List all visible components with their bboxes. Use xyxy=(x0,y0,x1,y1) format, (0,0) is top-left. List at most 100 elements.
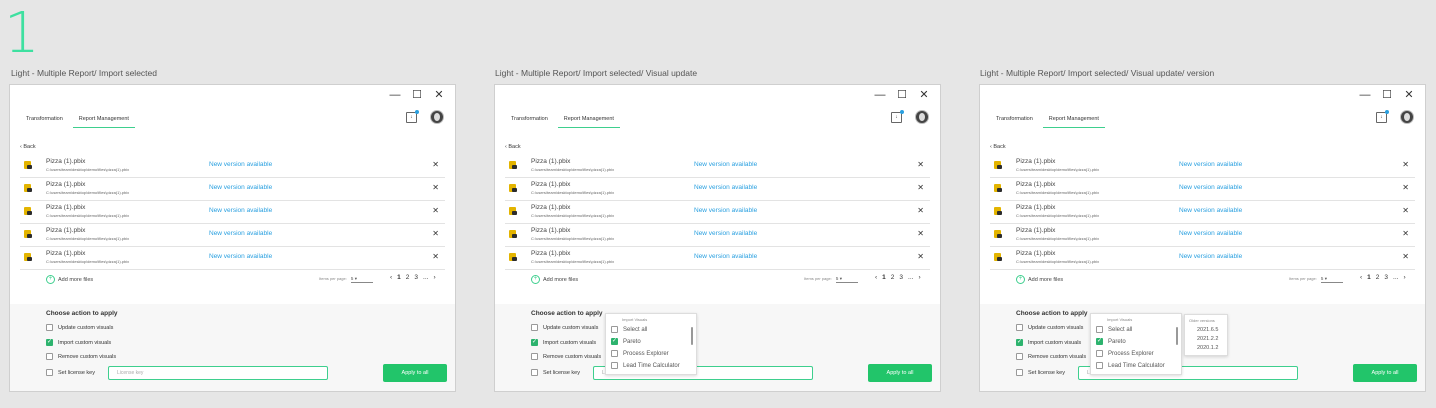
dropdown-item-select-all[interactable]: Select all xyxy=(1096,326,1132,333)
back-button[interactable]: ‹ Back xyxy=(505,144,521,150)
minimize-button[interactable]: — xyxy=(389,89,401,101)
page-3[interactable]: 3 xyxy=(414,274,418,281)
status-link[interactable]: New version available xyxy=(1179,207,1242,214)
next-page-icon[interactable]: › xyxy=(1403,274,1405,281)
option-update-custom-visuals[interactable]: Update custom visuals xyxy=(1016,324,1083,331)
back-button[interactable]: ‹ Back xyxy=(990,144,1006,150)
items-per-page-select[interactable]: 5 ▾ xyxy=(1320,276,1343,283)
remove-file-icon[interactable]: ✕ xyxy=(917,160,924,169)
add-more-files-button[interactable]: + Add more files xyxy=(46,275,93,284)
checkbox[interactable] xyxy=(46,338,53,346)
import-icon[interactable]: ↓ xyxy=(891,110,904,123)
checkbox[interactable] xyxy=(531,338,538,346)
remove-file-icon[interactable]: ✕ xyxy=(1402,206,1409,215)
close-window-button[interactable]: ✕ xyxy=(433,89,445,101)
checkbox[interactable] xyxy=(46,324,53,331)
status-link[interactable]: New version available xyxy=(694,184,757,191)
dropdown-item-lead-time-calculator[interactable]: Lead Time Calculator xyxy=(1096,362,1165,369)
checkbox[interactable] xyxy=(531,353,538,360)
status-link[interactable]: New version available xyxy=(209,253,272,260)
checkbox[interactable] xyxy=(46,353,53,360)
remove-file-icon[interactable]: ✕ xyxy=(432,183,439,192)
page-1[interactable]: 1 xyxy=(882,274,886,281)
page-3[interactable]: 3 xyxy=(899,274,903,281)
status-link[interactable]: New version available xyxy=(209,230,272,237)
page-2[interactable]: 2 xyxy=(1376,274,1380,281)
status-link[interactable]: New version available xyxy=(209,161,272,168)
avatar[interactable] xyxy=(430,110,444,124)
dropdown-item-process-explorer[interactable]: Process Explorer xyxy=(1096,350,1154,357)
option-import-custom-visuals[interactable]: Import custom visuals xyxy=(531,338,596,346)
apply-to-all-button[interactable]: Apply to all xyxy=(1353,364,1417,382)
add-more-files-button[interactable]: + Add more files xyxy=(531,275,578,284)
status-link[interactable]: New version available xyxy=(1179,161,1242,168)
dropdown-scrollbar[interactable] xyxy=(1176,327,1178,345)
remove-file-icon[interactable]: ✕ xyxy=(1402,229,1409,238)
items-per-page-select[interactable]: 5 ▾ xyxy=(350,276,373,283)
checkbox[interactable] xyxy=(1096,326,1103,333)
prev-page-icon[interactable]: ‹ xyxy=(390,274,392,281)
checkbox[interactable] xyxy=(531,324,538,331)
import-icon[interactable]: ↓ xyxy=(1376,110,1389,123)
remove-file-icon[interactable]: ✕ xyxy=(1402,183,1409,192)
prev-page-icon[interactable]: ‹ xyxy=(1360,274,1362,281)
tab-report-management[interactable]: Report Management xyxy=(72,112,135,128)
page-2[interactable]: 2 xyxy=(406,274,410,281)
status-link[interactable]: New version available xyxy=(1179,253,1242,260)
option-remove-custom-visuals[interactable]: Remove custom visuals xyxy=(46,353,116,360)
remove-file-icon[interactable]: ✕ xyxy=(917,206,924,215)
status-link[interactable]: New version available xyxy=(1179,184,1242,191)
remove-file-icon[interactable]: ✕ xyxy=(432,206,439,215)
status-link[interactable]: New version available xyxy=(209,207,272,214)
checkbox[interactable] xyxy=(1016,324,1023,331)
checkbox[interactable] xyxy=(1016,353,1023,360)
option-import-custom-visuals[interactable]: Import custom visuals xyxy=(1016,338,1081,346)
maximize-button[interactable]: ☐ xyxy=(1381,89,1393,101)
option-remove-custom-visuals[interactable]: Remove custom visuals xyxy=(531,353,601,360)
close-window-button[interactable]: ✕ xyxy=(1403,89,1415,101)
checkbox[interactable] xyxy=(1096,350,1103,357)
dropdown-item-pareto[interactable]: Pareto xyxy=(1096,337,1126,345)
import-icon[interactable]: ↓ xyxy=(406,110,419,123)
tab-transformation[interactable]: Transformation xyxy=(505,112,554,128)
tab-report-management[interactable]: Report Management xyxy=(1042,112,1105,128)
remove-file-icon[interactable]: ✕ xyxy=(1402,252,1409,261)
back-button[interactable]: ‹ Back xyxy=(20,144,36,150)
status-link[interactable]: New version available xyxy=(694,253,757,260)
status-link[interactable]: New version available xyxy=(209,184,272,191)
checkbox[interactable] xyxy=(1096,362,1103,369)
maximize-button[interactable]: ☐ xyxy=(896,89,908,101)
option-set-license-key[interactable]: Set license key xyxy=(1016,369,1065,376)
page-2[interactable]: 2 xyxy=(891,274,895,281)
next-page-icon[interactable]: › xyxy=(918,274,920,281)
option-import-custom-visuals[interactable]: Import custom visuals xyxy=(46,338,111,346)
page-1[interactable]: 1 xyxy=(1367,274,1371,281)
apply-to-all-button[interactable]: Apply to all xyxy=(868,364,932,382)
page-1[interactable]: 1 xyxy=(397,274,401,281)
dropdown-item-process-explorer[interactable]: Process Explorer xyxy=(611,350,669,357)
version-item[interactable]: 2021.6.5 xyxy=(1197,327,1218,333)
dropdown-scrollbar[interactable] xyxy=(691,327,693,345)
prev-page-icon[interactable]: ‹ xyxy=(875,274,877,281)
checkbox[interactable] xyxy=(1016,338,1023,346)
version-item[interactable]: 2021.2.2 xyxy=(1197,336,1218,342)
option-set-license-key[interactable]: Set license key xyxy=(531,369,580,376)
license-key-input[interactable]: License key xyxy=(108,366,328,380)
checkbox[interactable] xyxy=(46,369,53,376)
status-link[interactable]: New version available xyxy=(694,230,757,237)
page-3[interactable]: 3 xyxy=(1384,274,1388,281)
dropdown-item-pareto[interactable]: Pareto xyxy=(611,337,641,345)
remove-file-icon[interactable]: ✕ xyxy=(1402,160,1409,169)
maximize-button[interactable]: ☐ xyxy=(411,89,423,101)
version-item[interactable]: 2020.1.2 xyxy=(1197,345,1218,351)
option-set-license-key[interactable]: Set license key xyxy=(46,369,95,376)
apply-to-all-button[interactable]: Apply to all xyxy=(383,364,447,382)
close-window-button[interactable]: ✕ xyxy=(918,89,930,101)
remove-file-icon[interactable]: ✕ xyxy=(917,183,924,192)
checkbox[interactable] xyxy=(531,369,538,376)
tab-report-management[interactable]: Report Management xyxy=(557,112,620,128)
add-more-files-button[interactable]: + Add more files xyxy=(1016,275,1063,284)
dropdown-item-lead-time-calculator[interactable]: Lead Time Calculator xyxy=(611,362,680,369)
tab-transformation[interactable]: Transformation xyxy=(990,112,1039,128)
option-remove-custom-visuals[interactable]: Remove custom visuals xyxy=(1016,353,1086,360)
